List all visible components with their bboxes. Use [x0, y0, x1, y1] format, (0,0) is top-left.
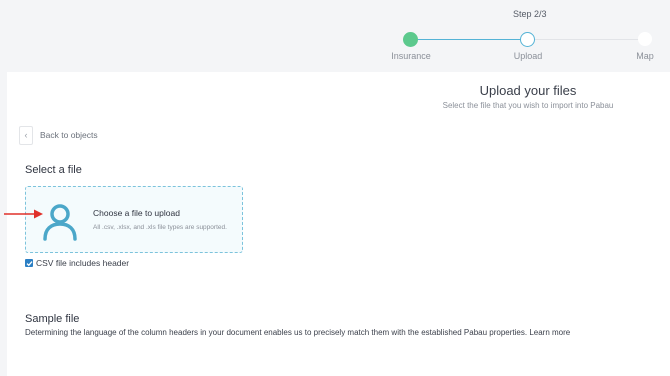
- user-icon: [43, 204, 77, 241]
- sample-file-description: Determining the language of the column h…: [25, 328, 570, 337]
- sample-description-text: Determining the language of the column h…: [25, 328, 528, 337]
- step-map-label: Map: [636, 51, 654, 61]
- page-subtitle: Select the file that you wish to import …: [442, 101, 614, 110]
- dropzone-subtitle: All .csv, .xlsx, and .xls file types are…: [93, 224, 227, 231]
- sample-file-heading: Sample file: [25, 313, 80, 325]
- csv-header-checkbox[interactable]: [25, 259, 33, 267]
- learn-more-link[interactable]: Learn more: [529, 328, 570, 337]
- step-upload-dot[interactable]: [520, 32, 535, 47]
- stepper: Step 2/3 Insurance Upload Map: [0, 0, 670, 72]
- file-upload-dropzone[interactable]: Choose a file to upload All .csv, .xlsx,…: [25, 186, 243, 253]
- step-map-dot[interactable]: [638, 32, 652, 46]
- checkmark-icon: [26, 260, 32, 266]
- step-insurance-label: Insurance: [391, 51, 431, 61]
- step-insurance-dot[interactable]: [403, 32, 418, 47]
- dropzone-title: Choose a file to upload: [93, 208, 180, 218]
- page-title: Upload your files: [479, 83, 577, 98]
- step-counter: Step 2/3: [513, 9, 547, 19]
- step-connector-completed: [410, 39, 528, 40]
- csv-header-label[interactable]: CSV file includes header: [36, 258, 129, 268]
- arrow-right-icon: [4, 209, 43, 219]
- back-to-objects-link[interactable]: ‹ Back to objects: [19, 125, 98, 145]
- chevron-left-icon[interactable]: ‹: [19, 125, 33, 145]
- back-link-label[interactable]: Back to objects: [40, 130, 98, 140]
- step-upload-label: Upload: [513, 51, 543, 61]
- step-connector-upcoming: [528, 39, 645, 40]
- csv-header-checkbox-row[interactable]: CSV file includes header: [25, 258, 129, 268]
- select-file-heading: Select a file: [25, 164, 82, 176]
